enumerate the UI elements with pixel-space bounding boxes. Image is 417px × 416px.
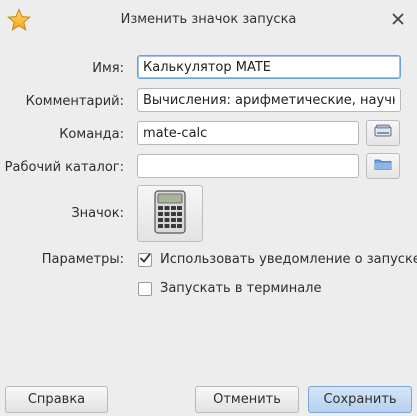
save-button[interactable]: Сохранить: [308, 386, 412, 413]
title-bar[interactable]: Изменить значок запуска: [0, 0, 417, 40]
cancel-button[interactable]: Отменить: [195, 386, 299, 413]
workdir-field[interactable]: [137, 154, 359, 178]
workdir-input[interactable]: [143, 155, 353, 177]
command-input[interactable]: [143, 122, 353, 144]
command-field[interactable]: [137, 121, 359, 145]
window-title: Изменить значок запуска: [120, 12, 297, 27]
folder-icon: [374, 157, 392, 175]
comment-field[interactable]: [137, 88, 401, 112]
launcher-properties-dialog: Изменить значок запуска Имя: Комментарий…: [0, 0, 417, 416]
help-button[interactable]: Справка: [5, 386, 108, 413]
terminal-label[interactable]: Запускать в терминале: [160, 281, 321, 296]
comment-label: Комментарий:: [25, 94, 124, 109]
name-input[interactable]: [143, 56, 395, 78]
comment-input[interactable]: [143, 89, 395, 111]
command-label: Команда:: [59, 127, 124, 142]
icon-label: Значок:: [71, 206, 124, 221]
name-label: Имя:: [92, 61, 124, 76]
browse-workdir-button[interactable]: [366, 153, 400, 179]
params-label: Параметры:: [41, 252, 124, 267]
checkmark-icon: [139, 252, 151, 268]
terminal-checkbox[interactable]: [138, 282, 152, 296]
notify-checkbox[interactable]: [138, 253, 152, 267]
workdir-label: Рабочий каталог:: [4, 160, 124, 175]
close-icon[interactable]: [389, 10, 407, 28]
calculator-icon: [154, 189, 186, 238]
notify-label[interactable]: Использовать уведомление о запуске: [160, 252, 417, 267]
name-field[interactable]: [137, 55, 401, 79]
browse-command-button[interactable]: [366, 120, 400, 146]
drive-icon: [374, 124, 392, 142]
icon-picker-button[interactable]: [137, 185, 203, 242]
